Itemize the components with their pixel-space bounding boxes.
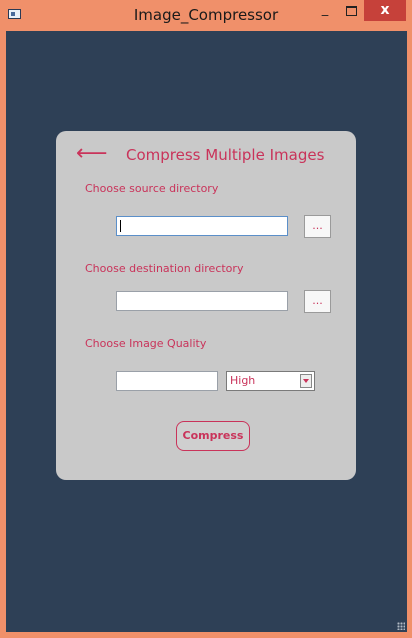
compress-card: ⟵ Compress Multiple Images Choose source… xyxy=(56,131,356,480)
destination-directory-label: Choose destination directory xyxy=(85,262,244,275)
chevron-down-icon[interactable] xyxy=(300,374,312,388)
text-caret xyxy=(120,220,121,232)
title-bar[interactable]: Image_Compressor _ x xyxy=(0,0,412,31)
maximize-icon xyxy=(345,6,357,16)
app-window: Image_Compressor _ x ⟵ Compress Multiple… xyxy=(0,0,412,638)
client-area: ⟵ Compress Multiple Images Choose source… xyxy=(6,31,407,632)
image-quality-label: Choose Image Quality xyxy=(85,337,207,350)
page-title: Compress Multiple Images xyxy=(126,146,325,164)
minimize-button[interactable]: _ xyxy=(312,0,338,21)
maximize-button[interactable] xyxy=(338,0,364,21)
compress-button[interactable]: Compress xyxy=(176,421,250,451)
back-arrow-icon[interactable]: ⟵ xyxy=(76,141,108,166)
image-quality-input[interactable] xyxy=(116,371,218,391)
source-directory-input[interactable] xyxy=(116,216,288,236)
resize-grip[interactable] xyxy=(397,622,405,630)
source-browse-button[interactable]: ... xyxy=(304,215,331,238)
destination-browse-button[interactable]: ... xyxy=(304,290,331,313)
close-button[interactable]: x xyxy=(364,0,406,21)
source-directory-label: Choose source directory xyxy=(85,182,219,195)
image-quality-selected: High xyxy=(230,374,256,387)
destination-directory-input[interactable] xyxy=(116,291,288,311)
image-quality-select[interactable]: High xyxy=(226,371,315,391)
